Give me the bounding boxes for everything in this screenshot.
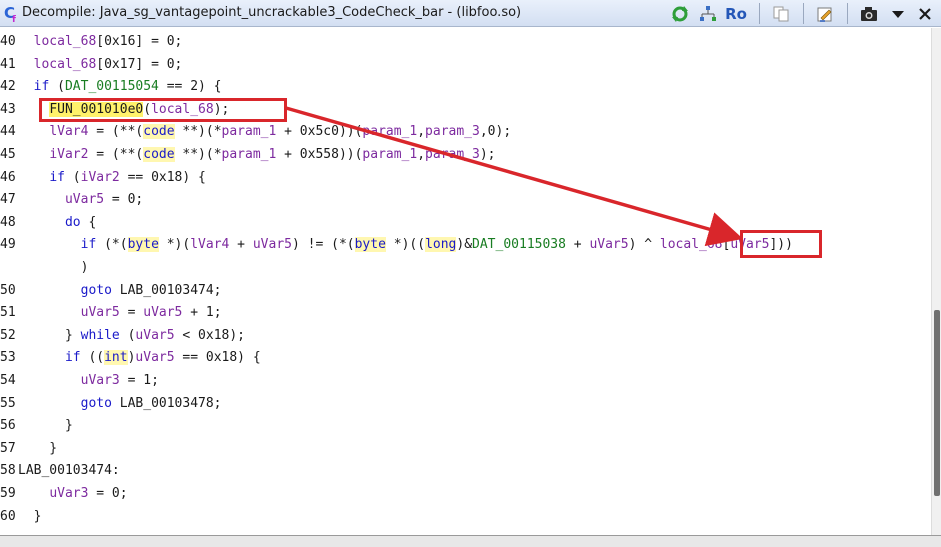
annotation-arrow	[285, 106, 744, 247]
